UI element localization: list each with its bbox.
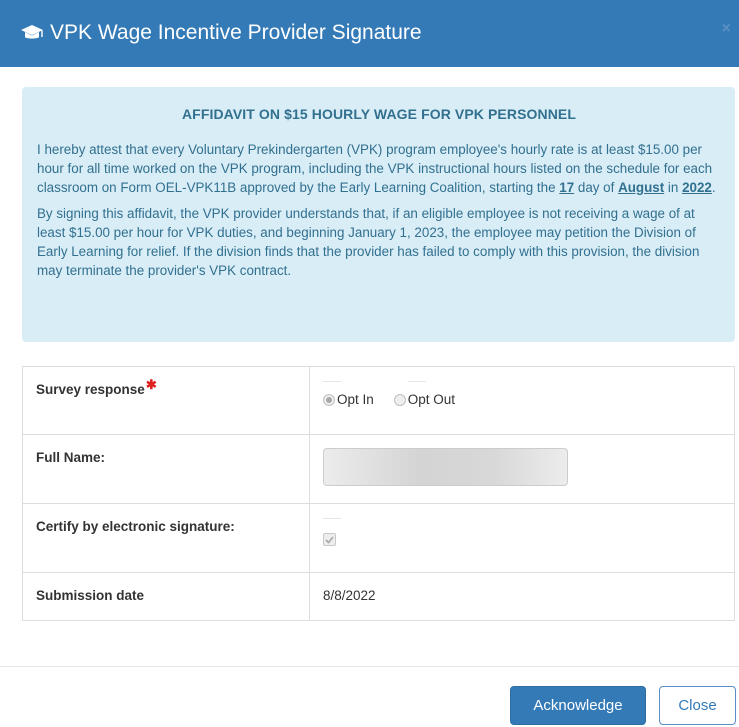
submission-date-label: Submission date <box>36 588 145 603</box>
affidavit-day-suffix: day of <box>574 180 619 195</box>
close-icon[interactable]: × <box>722 20 731 38</box>
radio-top-lines <box>323 367 721 382</box>
divider <box>323 518 341 519</box>
opt-in-radio[interactable] <box>323 393 335 406</box>
certify-label: Certify by electronic signature: <box>36 519 235 534</box>
full-name-field[interactable] <box>323 448 568 486</box>
modal-header: VPK Wage Incentive Provider Signature × <box>0 0 739 67</box>
affidavit-month-suffix: in <box>664 180 683 195</box>
survey-response-label: Survey response <box>36 382 145 397</box>
signature-form-table: Survey response✱ Opt In Opt Out Full Nam… <box>22 366 735 621</box>
opt-in-option[interactable]: Opt In <box>323 392 374 407</box>
full-name-label: Full Name: <box>36 450 106 465</box>
acknowledge-button[interactable]: Acknowledge <box>510 686 646 725</box>
survey-response-cell: Opt In Opt Out <box>309 366 735 435</box>
full-name-cell <box>309 434 735 504</box>
opt-out-option[interactable]: Opt Out <box>393 392 456 407</box>
divider <box>323 381 341 382</box>
survey-response-label-cell: Survey response✱ <box>22 366 310 435</box>
table-row: Submission date 8/8/2022 <box>22 572 735 621</box>
opt-out-label: Opt Out <box>407 392 456 407</box>
table-row: Full Name: <box>22 434 735 504</box>
submission-date-label-cell: Submission date <box>22 572 310 621</box>
full-name-label-cell: Full Name: <box>22 434 310 504</box>
required-icon: ✱ <box>145 377 157 392</box>
close-button[interactable]: Close <box>659 686 736 725</box>
affidavit-panel: AFFIDAVIT ON $15 HOURLY WAGE FOR VPK PER… <box>22 87 735 342</box>
modal-title-text: VPK Wage Incentive Provider Signature <box>50 21 422 44</box>
affidavit-paragraph-2: By signing this affidavit, the VPK provi… <box>37 206 700 278</box>
opt-out-radio[interactable] <box>393 393 406 406</box>
survey-radio-group: Opt In Opt Out <box>323 392 721 407</box>
affidavit-heading: AFFIDAVIT ON $15 HOURLY WAGE FOR VPK PER… <box>181 106 577 122</box>
graduation-cap-icon <box>20 22 44 44</box>
divider <box>408 381 426 382</box>
modal-title: VPK Wage Incentive Provider Signature <box>20 19 422 47</box>
affidavit-p1-end: . <box>711 180 716 195</box>
opt-in-label: Opt In <box>337 392 374 407</box>
certify-checkbox[interactable] <box>323 533 336 546</box>
affidavit-day: 17 <box>559 180 575 195</box>
submission-date-value: 8/8/2022 <box>323 588 376 603</box>
certify-cell <box>309 503 735 573</box>
submission-date-cell: 8/8/2022 <box>309 572 735 621</box>
affidavit-month: August <box>618 180 665 195</box>
checkmark-icon <box>325 535 334 544</box>
table-row: Survey response✱ Opt In Opt Out <box>22 366 735 435</box>
certify-label-cell: Certify by electronic signature: <box>22 503 310 573</box>
affidavit-paragraph-1: I hereby attest that every Voluntary Pre… <box>37 140 721 197</box>
radio-dot <box>326 396 332 403</box>
footer-divider <box>0 666 739 667</box>
table-row: Certify by electronic signature: <box>22 503 735 573</box>
affidavit-year: 2022 <box>682 180 712 195</box>
